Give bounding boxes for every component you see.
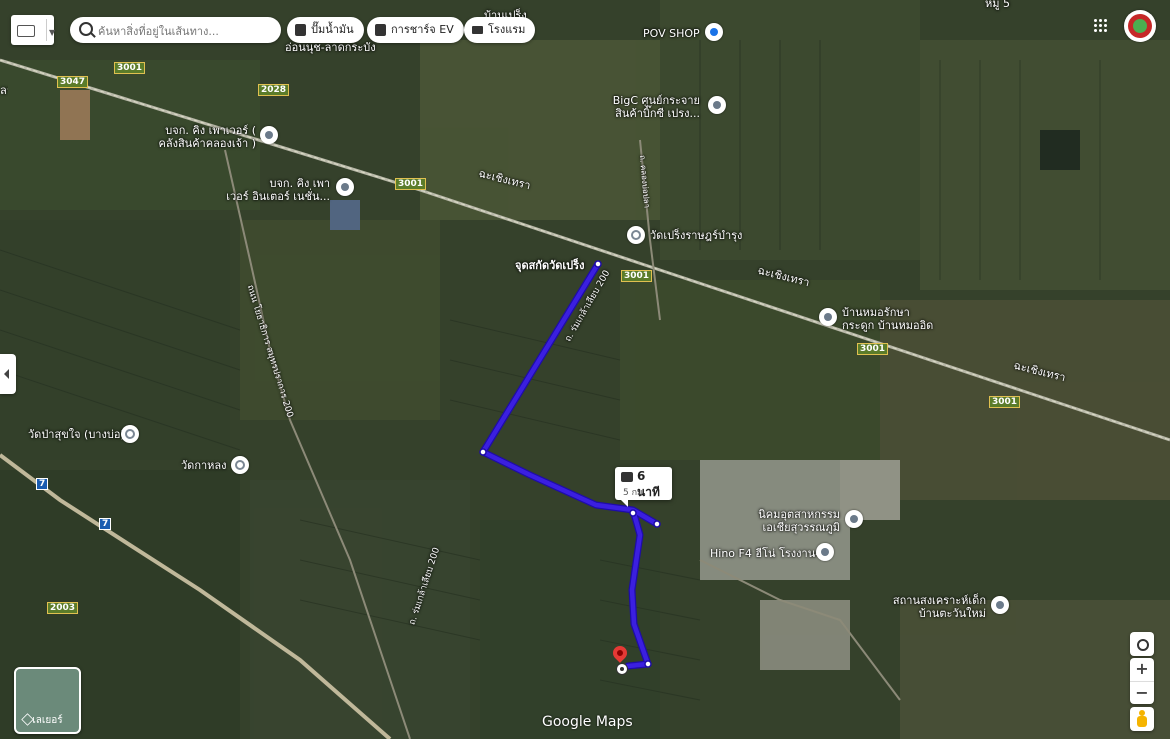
apps-dot: [1094, 24, 1097, 27]
place-label-king-power-2[interactable]: บจก. คิง เพา เวอร์ อินเตอร์ เนชั่น...: [220, 177, 330, 203]
satellite-map[interactable]: [0, 0, 1170, 739]
place-label-pov-shop[interactable]: POV SHOP: [643, 27, 700, 40]
search-box[interactable]: [70, 17, 281, 43]
route-shield-3001: 3001: [114, 62, 146, 74]
route-shield-3001: 3001: [989, 396, 1021, 408]
place-label-baan-mor[interactable]: บ้านหมอรักษา กระดูก บ้านหมออิด: [842, 306, 933, 332]
route-shield-2003: 2003: [47, 602, 79, 614]
zoom-out-button[interactable]: −: [1130, 682, 1154, 705]
place-pin-icon[interactable]: [260, 126, 278, 144]
place-label-wat-kahong[interactable]: วัดกาหลง: [181, 459, 227, 472]
search-icon[interactable]: [79, 22, 93, 36]
gas-station-icon: [295, 24, 306, 36]
place-label-left-edge: ลา: [0, 84, 8, 97]
place-label-bigc[interactable]: BigC ศูนย์กระจาย สินค้าบิ๊กซี เปรง...: [600, 94, 700, 120]
place-label-shelter-line1: สถานสงเคราะห์เด็ก: [892, 594, 986, 607]
place-label-industrial-line1: นิคมอุตสาหกรรม: [758, 508, 840, 521]
place-pin-icon[interactable]: [845, 510, 863, 528]
chip-label: ปั๊มน้ำมัน: [311, 23, 354, 36]
temple-pin-icon[interactable]: [627, 226, 645, 244]
layers-label: เลเยอร์: [32, 715, 63, 726]
place-label-king-power-1[interactable]: บจก. คิง เพาเวอร์ (คลังสินค้าคลองเจ้า ): [150, 124, 257, 150]
layers-button[interactable]: เลเยอร์: [14, 667, 81, 734]
place-label-baan-mor-line2: กระดูก บ้านหมออิด: [842, 319, 934, 332]
zoom-controls: + −: [1130, 658, 1154, 704]
origin-marker-icon[interactable]: [616, 663, 628, 675]
route-shield-7: 7: [36, 478, 49, 490]
apps-dot: [1099, 19, 1102, 22]
temple-pin-icon[interactable]: [231, 456, 249, 474]
place-label-king-power-2-line1: บจก. คิง เพา: [269, 177, 331, 190]
apps-dot: [1104, 19, 1107, 22]
account-avatar[interactable]: [1124, 10, 1156, 42]
place-pin-icon[interactable]: [819, 308, 837, 326]
apps-dot: [1104, 29, 1107, 32]
apps-dot: [1094, 19, 1097, 22]
ev-charging-icon: [375, 24, 386, 36]
chevron-down-icon[interactable]: ▼: [49, 28, 55, 37]
route-shield-7: 7: [99, 518, 112, 530]
place-label-wat-prieng[interactable]: วัดเปร็งราษฎร์บำรุง: [650, 229, 742, 242]
place-pin-icon[interactable]: [708, 96, 726, 114]
input-tools-button[interactable]: ▼: [11, 15, 55, 45]
place-label-king-power-1-line1: บจก. คิง เพาเวอร์ (: [165, 124, 256, 137]
route-shield-3001: 3001: [857, 343, 889, 355]
route-shield-3001: 3001: [395, 178, 427, 190]
collapse-side-panel-button[interactable]: [0, 354, 16, 394]
place-label-bigc-line1: BigC ศูนย์กระจาย: [612, 94, 700, 107]
route-distance: 5 กม.: [623, 488, 646, 498]
place-label-king-power-2-line2: เวอร์ อินเตอร์ เนชั่น...: [226, 190, 330, 203]
search-input[interactable]: [96, 21, 280, 41]
route-shield-3001: 3001: [621, 270, 653, 282]
chip-label: การชาร์จ EV: [391, 23, 454, 36]
place-pin-icon[interactable]: [991, 596, 1009, 614]
place-label-industrial[interactable]: นิคมอุตสาหกรรม เอเชียสุวรรณภูมิ: [740, 508, 840, 534]
car-icon: [621, 472, 633, 482]
place-label-shelter[interactable]: สถานสงเคราะห์เด็ก บ้านตะวันใหม่: [880, 594, 986, 620]
bed-icon: [472, 26, 483, 34]
temple-pin-icon[interactable]: [121, 425, 139, 443]
apps-dot: [1104, 24, 1107, 27]
divider: [46, 19, 47, 41]
place-label-bigc-line2: สินค้าบิ๊กซี เปรง...: [615, 107, 700, 120]
place-label-hino[interactable]: Hino F4 ฮีโน่ โรงงาน4: [710, 547, 822, 560]
keyboard-icon: [17, 25, 35, 37]
place-label-shelter-line2: บ้านตะวันใหม่: [918, 607, 986, 620]
route-shield-2028: 2028: [258, 84, 290, 96]
place-label-industrial-line2: เอเชียสุวรรณภูมิ: [762, 521, 840, 534]
place-label-top-right: หมู่ 5: [985, 0, 1010, 10]
place-pin-icon[interactable]: [816, 543, 834, 561]
route-shield-3047: 3047: [57, 76, 89, 88]
route-eta-callout[interactable]: 6 นาที 5 กม.: [615, 467, 672, 507]
google-maps-logo: Google Maps: [542, 714, 633, 730]
zoom-in-button[interactable]: +: [1130, 658, 1154, 682]
my-location-button[interactable]: [1130, 632, 1154, 656]
street-view-pegman-icon[interactable]: [1130, 707, 1154, 731]
apps-dot: [1099, 29, 1102, 32]
place-pin-icon[interactable]: [336, 178, 354, 196]
chip-label: โรงแรม: [488, 23, 526, 36]
place-label-baan-mor-line1: บ้านหมอรักษา: [842, 306, 910, 319]
shop-pin-icon[interactable]: [705, 23, 723, 41]
chip-ev-charging[interactable]: การชาร์จ EV: [367, 17, 464, 43]
place-label-jut-sakat[interactable]: จุดสกัดวัดเปร็ง: [515, 259, 584, 272]
apps-dot: [1099, 24, 1102, 27]
place-label-king-power-1-line2: คลังสินค้าคลองเจ้า ): [158, 137, 257, 150]
chip-gas-station[interactable]: ปั๊มน้ำมัน: [287, 17, 364, 43]
chip-hotels[interactable]: โรงแรม: [464, 17, 536, 43]
apps-grid-button[interactable]: [1094, 19, 1108, 33]
apps-dot: [1094, 29, 1097, 32]
place-label-wat-pa-suk[interactable]: วัดป่าสุขใจ (บางบ่อ): [28, 428, 125, 441]
